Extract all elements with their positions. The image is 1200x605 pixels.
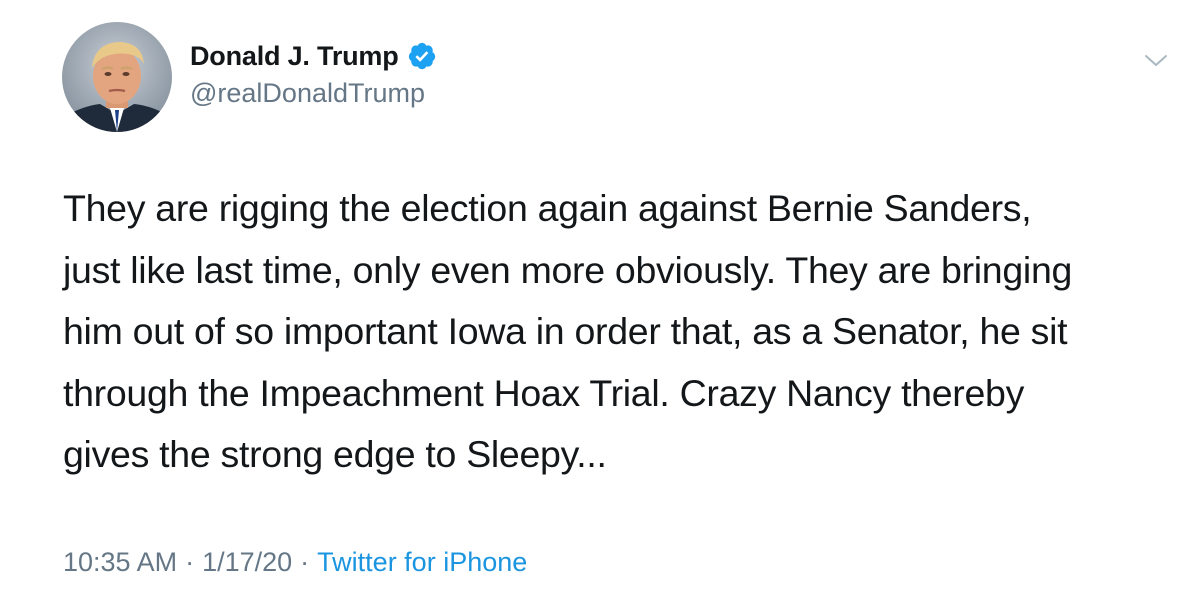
avatar-image	[62, 22, 172, 132]
verified-badge-icon	[407, 41, 437, 71]
chevron-down-icon[interactable]	[1143, 50, 1169, 72]
tweet-date[interactable]: 1/17/20	[202, 547, 292, 578]
tweet-text: They are rigging the election again agai…	[63, 187, 1073, 475]
tweet-metadata: 10:35 AM · 1/17/20 · Twitter for iPhone	[63, 547, 527, 578]
author-handle[interactable]: @realDonaldTrump	[190, 78, 425, 109]
author-name-row[interactable]: Donald J. Trump	[190, 38, 437, 74]
tweet-card: Donald J. Trump @realDonaldTrump They ar…	[0, 0, 1200, 605]
tweet-source-link[interactable]: Twitter for iPhone	[317, 547, 527, 578]
tweet-time[interactable]: 10:35 AM	[63, 547, 177, 578]
meta-separator: ·	[185, 547, 195, 577]
author-display-name[interactable]: Donald J. Trump	[190, 41, 399, 72]
author-avatar[interactable]	[62, 22, 172, 132]
meta-separator: ·	[300, 547, 310, 577]
